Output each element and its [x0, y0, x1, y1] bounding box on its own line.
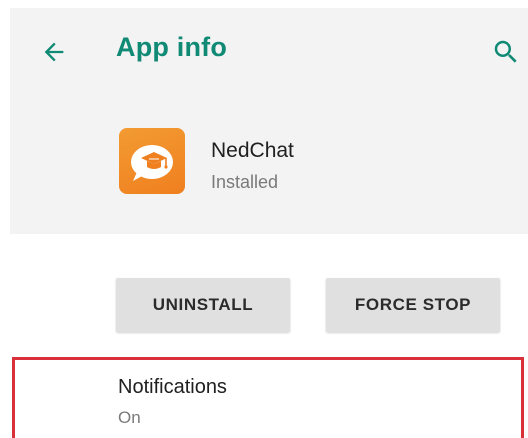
- app-name: NedChat: [211, 139, 294, 162]
- uninstall-button[interactable]: UNINSTALL: [116, 278, 290, 332]
- search-icon: [494, 40, 517, 63]
- notifications-title: Notifications: [118, 376, 227, 398]
- app-header: NedChat Installed: [10, 90, 528, 234]
- header-panel: App info NedChat Installed: [10, 8, 528, 234]
- back-button[interactable]: [36, 34, 72, 70]
- nedchat-app-icon: [119, 128, 185, 194]
- search-button[interactable]: [488, 34, 524, 70]
- notifications-value: On: [118, 408, 141, 427]
- arrow-back-icon: [44, 42, 64, 62]
- force-stop-button[interactable]: FORCE STOP: [326, 278, 500, 332]
- app-bar: App info: [10, 8, 528, 90]
- app-install-status: Installed: [211, 172, 279, 192]
- page-title: App info: [116, 32, 228, 62]
- app-info-screen: App info NedChat Installed UNINSTALL FOR…: [0, 0, 528, 438]
- notifications-setting-row[interactable]: Notifications On: [12, 357, 524, 438]
